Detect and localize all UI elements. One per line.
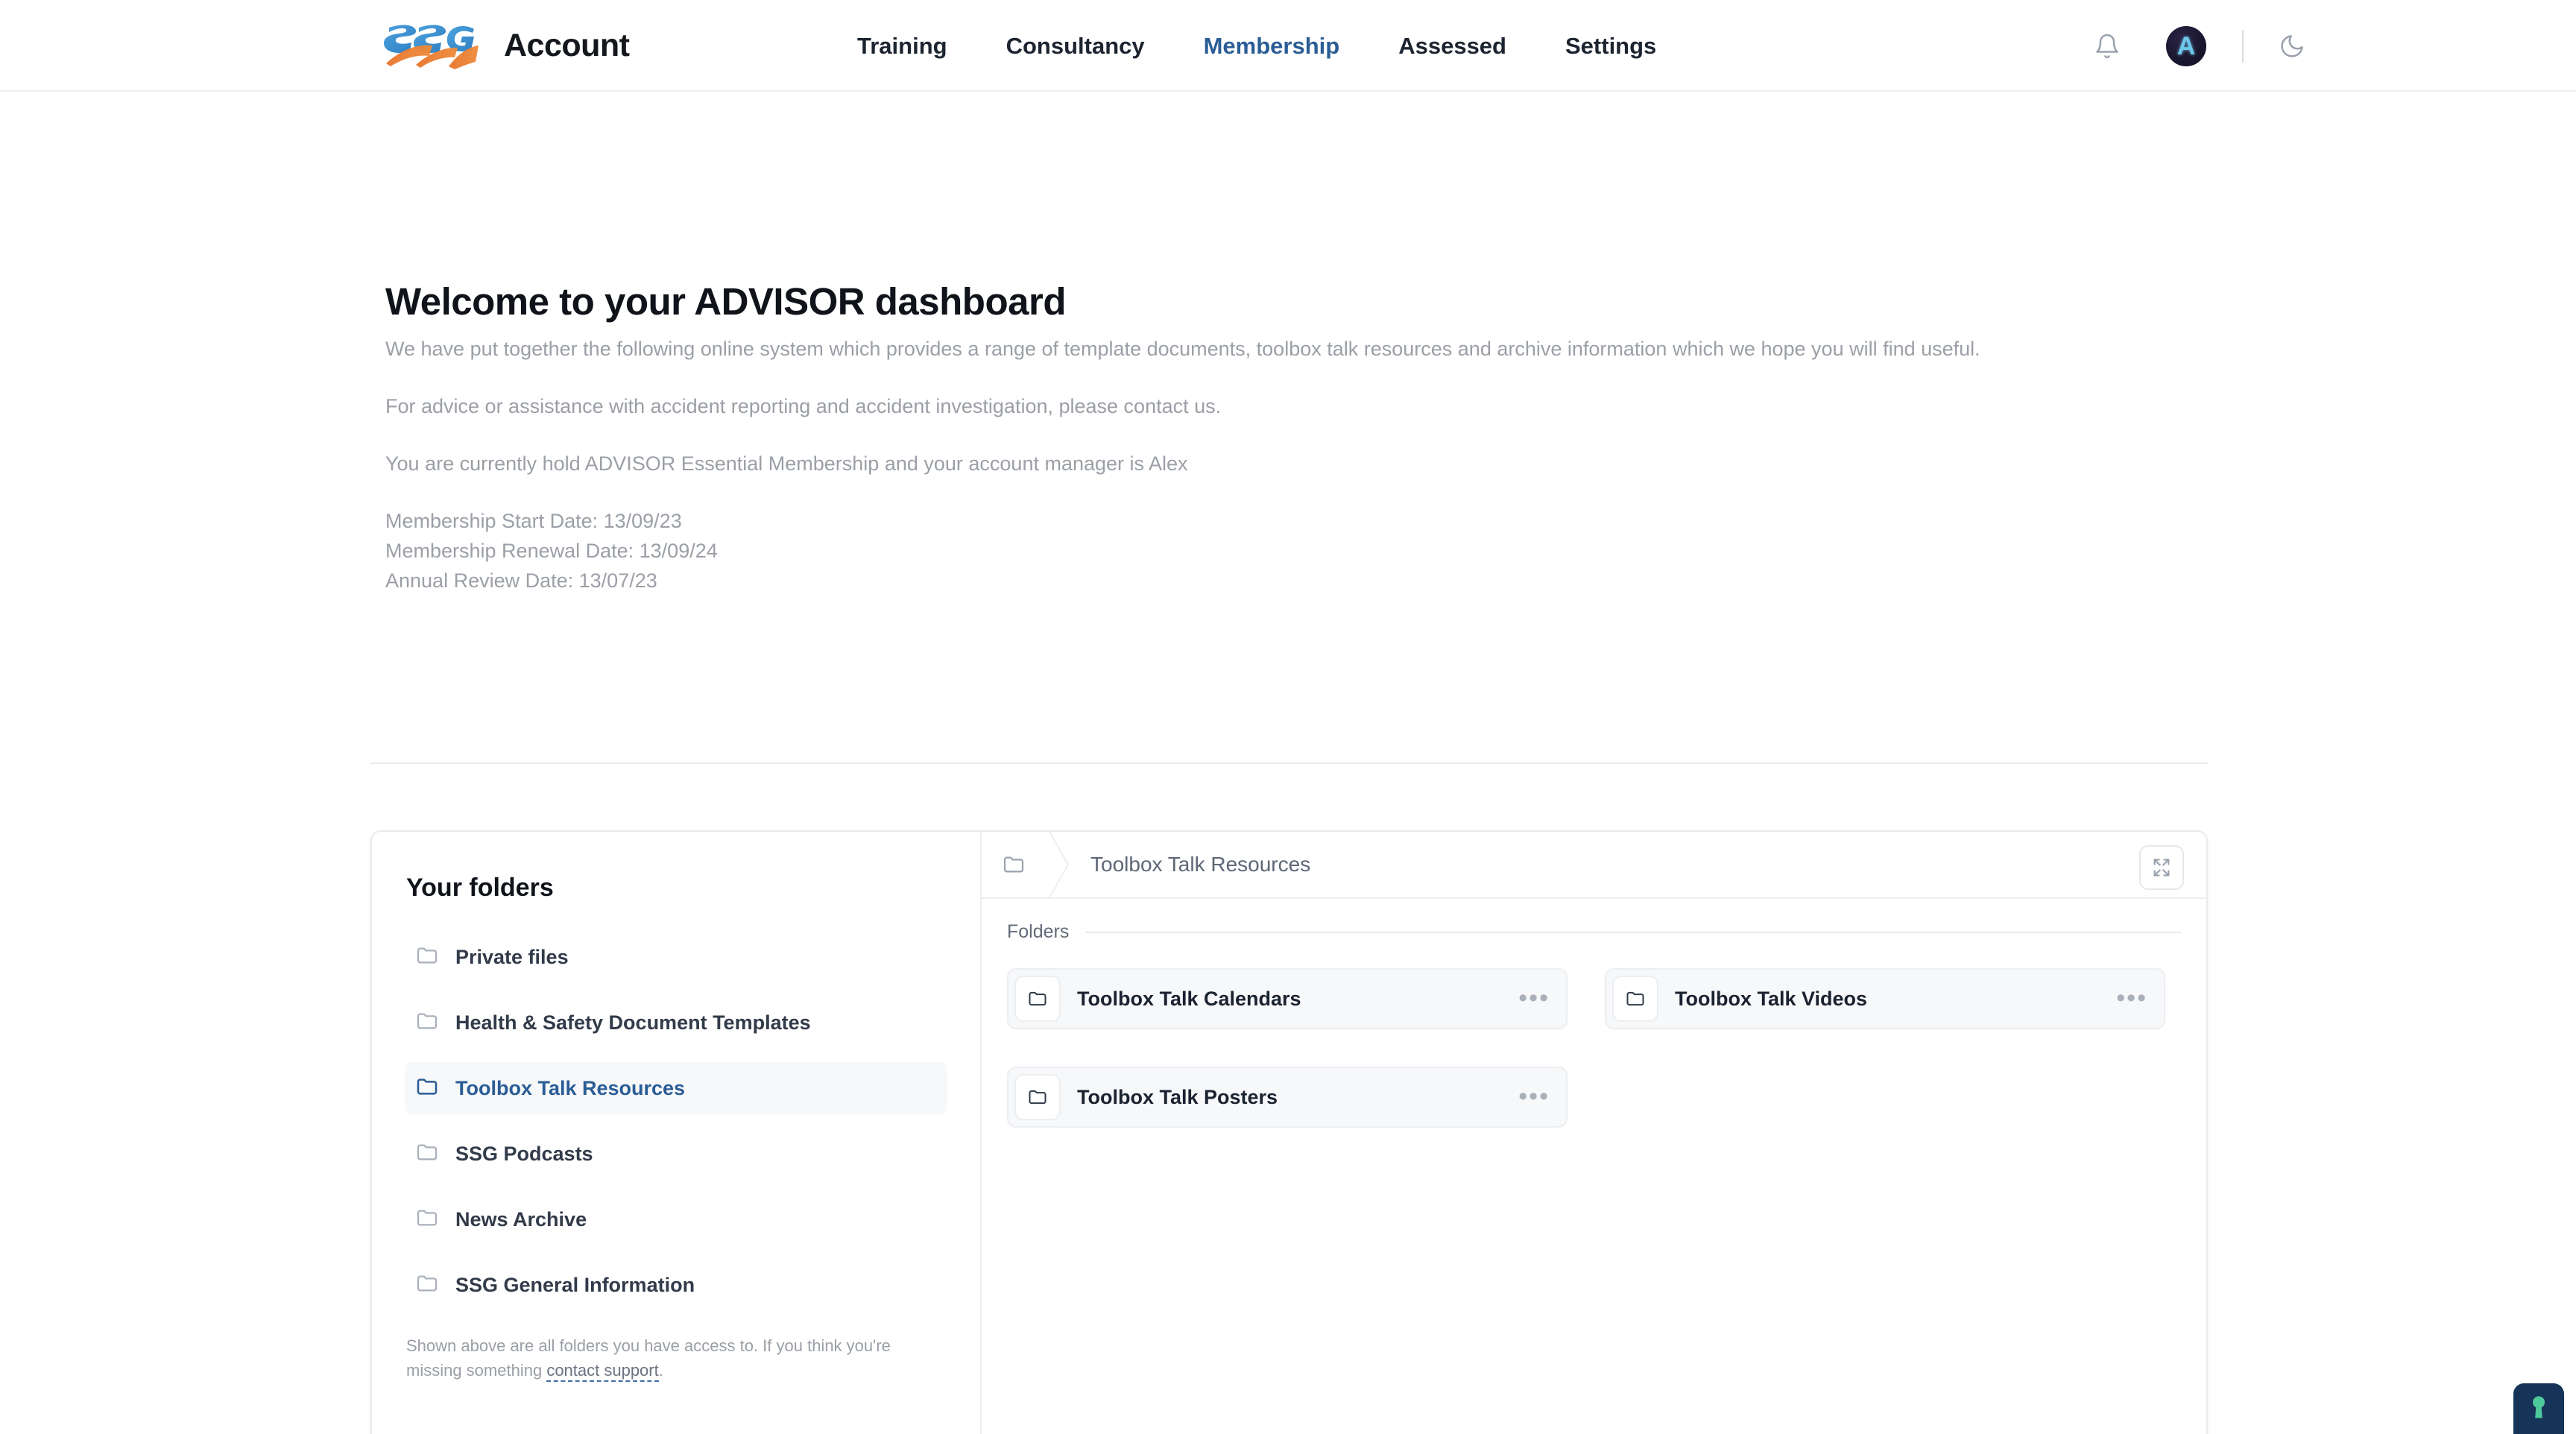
sidebar-item-ssg-general-information[interactable]: SSG General Information xyxy=(405,1259,947,1311)
header-divider xyxy=(2242,29,2244,63)
main-nav: Training Consultancy Membership Assessed… xyxy=(835,0,1693,92)
membership-start-date: Membership Start Date: 13/09/23 xyxy=(385,510,682,532)
keyhole-icon xyxy=(2526,1392,2551,1426)
password-manager-widget[interactable] xyxy=(2513,1383,2564,1434)
folder-icon xyxy=(1014,1074,1061,1120)
avatar-letter: A xyxy=(2176,31,2196,60)
brand: Account xyxy=(380,0,630,92)
folder-sidebar: Your folders Private files Health & Safe… xyxy=(372,832,982,1434)
breadcrumb-current[interactable]: Toolbox Talk Resources xyxy=(1090,853,1310,876)
sidebar-item-health-safety-document-templates[interactable]: Health & Safety Document Templates xyxy=(405,996,947,1049)
section-divider xyxy=(370,762,2208,764)
expand-icon[interactable] xyxy=(2139,845,2184,890)
sidebar-item-ssg-podcasts[interactable]: SSG Podcasts xyxy=(405,1128,947,1180)
sidebar-item-label: SSG General Information xyxy=(455,1273,695,1296)
sidebar-note-period: . xyxy=(658,1361,663,1380)
sidebar-item-label: Private files xyxy=(455,945,569,968)
browser-body: Folders Toolbox Talk Calendars ••• Toolb… xyxy=(982,899,2206,1434)
nav-item-membership[interactable]: Membership xyxy=(1181,33,1363,60)
membership-dates: Membership Start Date: 13/09/23 Membersh… xyxy=(385,506,2174,596)
membership-renewal-date: Membership Renewal Date: 13/09/24 xyxy=(385,540,718,562)
moon-icon[interactable] xyxy=(2269,23,2315,69)
sidebar-item-label: Health & Safety Document Templates xyxy=(455,1011,811,1034)
folder-card-toolbox-talk-posters[interactable]: Toolbox Talk Posters ••• xyxy=(1007,1067,1568,1128)
welcome-intro: We have put together the following onlin… xyxy=(385,338,1980,360)
sidebar-item-label: News Archive xyxy=(455,1207,587,1231)
sidebar-title: Your folders xyxy=(406,874,554,902)
contact-support-link[interactable]: contact support xyxy=(546,1361,659,1382)
file-browser: Your folders Private files Health & Safe… xyxy=(370,830,2208,1434)
folders-section-rule xyxy=(1085,931,2181,933)
folder-icon xyxy=(1014,976,1061,1022)
folder-card-menu-button[interactable]: ••• xyxy=(2116,986,2147,1011)
welcome-membership-line: You are currently hold ADVISOR Essential… xyxy=(385,452,1188,475)
folder-card-label: Toolbox Talk Posters xyxy=(1077,1085,1278,1108)
welcome-section: Welcome to your ADVISOR dashboard We hav… xyxy=(385,279,2174,596)
sidebar-item-news-archive[interactable]: News Archive xyxy=(405,1193,947,1245)
sidebar-note: Shown above are all folders you have acc… xyxy=(405,1333,926,1383)
folder-icon xyxy=(415,944,439,971)
sidebar-item-label: Toolbox Talk Resources xyxy=(455,1076,686,1099)
folder-icon xyxy=(415,1009,439,1037)
sidebar-item-label: SSG Podcasts xyxy=(455,1142,593,1165)
breadcrumb: Toolbox Talk Resources xyxy=(982,832,2206,899)
header-tools: A xyxy=(2084,0,2315,92)
browser-main: Toolbox Talk Resources Folders Toolbox T… xyxy=(982,832,2206,1434)
folder-card-menu-button[interactable]: ••• xyxy=(1518,1084,1550,1109)
breadcrumb-separator-icon xyxy=(1046,832,1071,898)
folder-icon xyxy=(415,1140,439,1168)
breadcrumb-root-folder-icon[interactable] xyxy=(982,853,1046,876)
welcome-advice: For advice or assistance with accident r… xyxy=(385,395,1222,417)
folder-icon xyxy=(415,1075,439,1102)
folder-card-menu-button[interactable]: ••• xyxy=(1518,986,1550,1011)
ssg-logo[interactable] xyxy=(380,22,484,71)
nav-item-training[interactable]: Training xyxy=(835,33,970,60)
annual-review-date: Annual Review Date: 13/07/23 xyxy=(385,569,657,592)
app-header: Account Training Consultancy Membership … xyxy=(0,0,2576,92)
folder-card-toolbox-talk-calendars[interactable]: Toolbox Talk Calendars ••• xyxy=(1007,968,1568,1029)
folders-section-label: Folders xyxy=(1007,921,1070,942)
folder-card-toolbox-talk-videos[interactable]: Toolbox Talk Videos ••• xyxy=(1605,968,2165,1029)
sidebar-item-private-files[interactable]: Private files xyxy=(405,931,947,983)
nav-item-consultancy[interactable]: Consultancy xyxy=(984,33,1167,60)
folder-card-label: Toolbox Talk Videos xyxy=(1675,987,1868,1010)
bell-icon[interactable] xyxy=(2084,23,2130,69)
folder-cards-grid: Toolbox Talk Calendars ••• Toolbox Talk … xyxy=(1007,968,2181,1128)
folder-icon xyxy=(415,1272,439,1299)
folder-icon xyxy=(1612,976,1658,1022)
avatar[interactable]: A xyxy=(2166,25,2206,66)
sidebar-item-toolbox-talk-resources[interactable]: Toolbox Talk Resources xyxy=(405,1062,947,1114)
folder-card-label: Toolbox Talk Calendars xyxy=(1077,987,1301,1010)
nav-item-assessed[interactable]: Assessed xyxy=(1376,33,1529,60)
page-title: Welcome to your ADVISOR dashboard xyxy=(385,280,1066,323)
nav-item-settings[interactable]: Settings xyxy=(1543,33,1679,60)
brand-title: Account xyxy=(504,28,630,63)
folders-section-header: Folders xyxy=(1007,921,2181,943)
folder-icon xyxy=(415,1206,439,1234)
